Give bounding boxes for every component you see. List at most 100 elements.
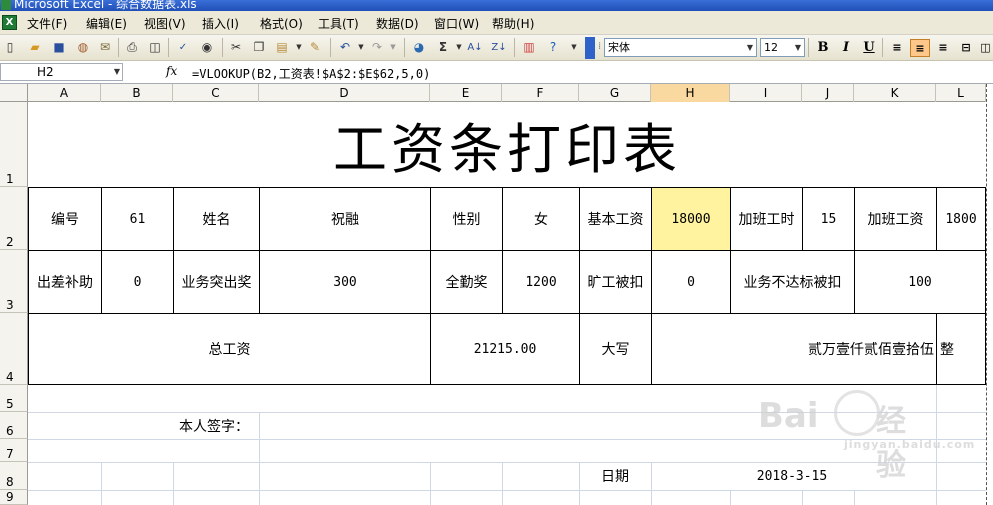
permission-icon[interactable]: ◍ <box>75 39 91 55</box>
cell-i3[interactable]: 业务不达标被扣 <box>731 251 854 313</box>
menu-view[interactable]: 视图(V) <box>144 15 186 32</box>
menu-format[interactable]: 格式(O) <box>260 15 303 32</box>
copy-icon[interactable]: ❐ <box>251 39 267 55</box>
open-icon[interactable]: ▰ <box>27 39 43 55</box>
print-icon[interactable]: ⎙ <box>124 39 140 55</box>
excel-icon[interactable]: X <box>2 15 17 30</box>
row-header-5[interactable]: 5 <box>0 385 28 412</box>
underline-button[interactable]: U <box>859 39 879 57</box>
cell-g3[interactable]: 旷工被扣 <box>580 251 651 313</box>
help-icon[interactable]: ? <box>545 39 561 55</box>
cell-c3[interactable]: 业务突出奖 <box>174 251 259 313</box>
row-header-7[interactable]: 7 <box>0 439 28 462</box>
autosum-icon[interactable]: Σ <box>435 39 451 55</box>
column-header-c[interactable]: C <box>173 84 259 102</box>
row-header-8[interactable]: 8 <box>0 462 28 490</box>
cell-d2[interactable]: 祝融 <box>260 188 430 250</box>
row-header-1[interactable]: 1 <box>0 102 28 187</box>
sort-asc-icon[interactable]: A↓ <box>467 39 483 55</box>
font-name-select[interactable]: 宋体 ▼ <box>604 38 757 57</box>
cut-icon[interactable]: ✂ <box>228 39 244 55</box>
font-size-select[interactable]: 12 ▼ <box>760 38 805 57</box>
toolbar-options-icon[interactable]: ▼ <box>566 39 582 55</box>
column-header-b[interactable]: B <box>101 84 173 102</box>
paste-icon[interactable]: ▤ <box>274 39 290 55</box>
menu-insert[interactable]: 插入(I) <box>202 15 239 32</box>
save-icon[interactable]: ■ <box>51 39 67 55</box>
merge-center-icon[interactable]: ⊟ <box>956 39 976 57</box>
research-icon[interactable]: ◉ <box>199 39 215 55</box>
cell-b2[interactable]: 61 <box>102 188 173 250</box>
row-header-9[interactable]: 9 <box>0 490 28 505</box>
redo-icon[interactable]: ↷ <box>369 39 385 55</box>
cell-h2[interactable]: 18000 <box>652 188 730 250</box>
column-header-h[interactable]: H <box>651 84 730 102</box>
payslip-title[interactable]: 工资条打印表 <box>28 102 986 187</box>
menu-edit[interactable]: 编辑(E) <box>86 15 127 32</box>
undo-dropdown-icon[interactable]: ▼ <box>353 39 369 55</box>
menu-file[interactable]: 文件(F) <box>27 15 67 32</box>
row-header-4[interactable]: 4 <box>0 313 28 385</box>
cell-f2[interactable]: 女 <box>503 188 579 250</box>
total-salary-label[interactable]: 总工资 <box>29 314 430 384</box>
column-header-f[interactable]: F <box>502 84 579 102</box>
fx-icon[interactable]: fx <box>166 64 177 78</box>
column-header-l[interactable]: L <box>936 84 986 102</box>
date-value[interactable]: 2018-3-15 <box>730 462 854 490</box>
formula-input[interactable]: =VLOOKUP(B2,工资表!$A$2:$E$62,5,0) <box>192 65 430 82</box>
row-header-6[interactable]: 6 <box>0 412 28 439</box>
redo-dropdown-icon[interactable]: ▼ <box>385 39 401 55</box>
align-left-icon[interactable]: ≡ <box>887 39 907 57</box>
cell-e3[interactable]: 全勤奖 <box>431 251 502 313</box>
cell-a2[interactable]: 编号 <box>29 188 101 250</box>
cell-i2[interactable]: 加班工时 <box>731 188 802 250</box>
menu-window[interactable]: 窗口(W) <box>434 15 479 32</box>
cell-j2[interactable]: 15 <box>803 188 854 250</box>
total-salary-value[interactable]: 21215.00 <box>431 314 579 384</box>
uppercase-amount[interactable]: 贰万壹仟贰佰壹拾伍 <box>652 314 936 384</box>
cell-g2[interactable]: 基本工资 <box>580 188 651 250</box>
row-header-2[interactable]: 2 <box>0 187 28 250</box>
undo-icon[interactable]: ↶ <box>337 39 353 55</box>
column-header-k[interactable]: K <box>854 84 936 102</box>
menu-tools[interactable]: 工具(T) <box>318 15 359 32</box>
menu-data[interactable]: 数据(D) <box>376 15 419 32</box>
column-header-a[interactable]: A <box>28 84 101 102</box>
column-header-d[interactable]: D <box>259 84 430 102</box>
italic-button[interactable]: I <box>836 39 856 57</box>
cell-k2[interactable]: 加班工资 <box>855 188 936 250</box>
hyperlink-icon[interactable]: ◕ <box>411 39 427 55</box>
cell-c2[interactable]: 姓名 <box>174 188 259 250</box>
print-preview-icon[interactable]: ◫ <box>147 39 163 55</box>
menu-help[interactable]: 帮助(H) <box>492 15 534 32</box>
cell-e2[interactable]: 性别 <box>431 188 502 250</box>
uppercase-label[interactable]: 大写 <box>580 314 651 384</box>
cell-d3[interactable]: 300 <box>260 251 430 313</box>
email-icon[interactable]: ✉ <box>97 39 113 55</box>
zheng-label[interactable]: 整 <box>937 314 957 384</box>
row-header-3[interactable]: 3 <box>0 250 28 313</box>
currency-icon[interactable]: ◫ <box>978 39 993 57</box>
chart-wizard-icon[interactable]: ▥ <box>521 39 537 55</box>
column-header-g[interactable]: G <box>579 84 651 102</box>
align-right-icon[interactable]: ≡ <box>933 39 953 57</box>
new-icon[interactable]: ▯ <box>2 39 18 55</box>
column-header-j[interactable]: J <box>802 84 854 102</box>
name-box[interactable]: H2 ▼ <box>0 63 123 81</box>
date-label[interactable]: 日期 <box>579 462 651 490</box>
spelling-icon[interactable]: ✓ <box>175 39 191 55</box>
cell-h3[interactable]: 0 <box>652 251 730 313</box>
cell-f3[interactable]: 1200 <box>503 251 579 313</box>
signature-label[interactable]: 本人签字： <box>173 412 259 439</box>
autosum-dropdown-icon[interactable]: ▼ <box>451 39 467 55</box>
cell-l2[interactable]: 1800 <box>937 188 985 250</box>
column-header-i[interactable]: I <box>730 84 802 102</box>
bold-button[interactable]: B <box>813 39 833 57</box>
cell-a3[interactable]: 出差补助 <box>29 251 101 313</box>
paste-dropdown-icon[interactable]: ▼ <box>291 39 307 55</box>
cell-k3[interactable]: 100 <box>855 251 985 313</box>
align-center-icon[interactable]: ≡ <box>910 39 930 57</box>
cell-b3[interactable]: 0 <box>102 251 173 313</box>
select-all-corner[interactable] <box>0 84 28 102</box>
format-painter-icon[interactable]: ✎ <box>307 39 323 55</box>
